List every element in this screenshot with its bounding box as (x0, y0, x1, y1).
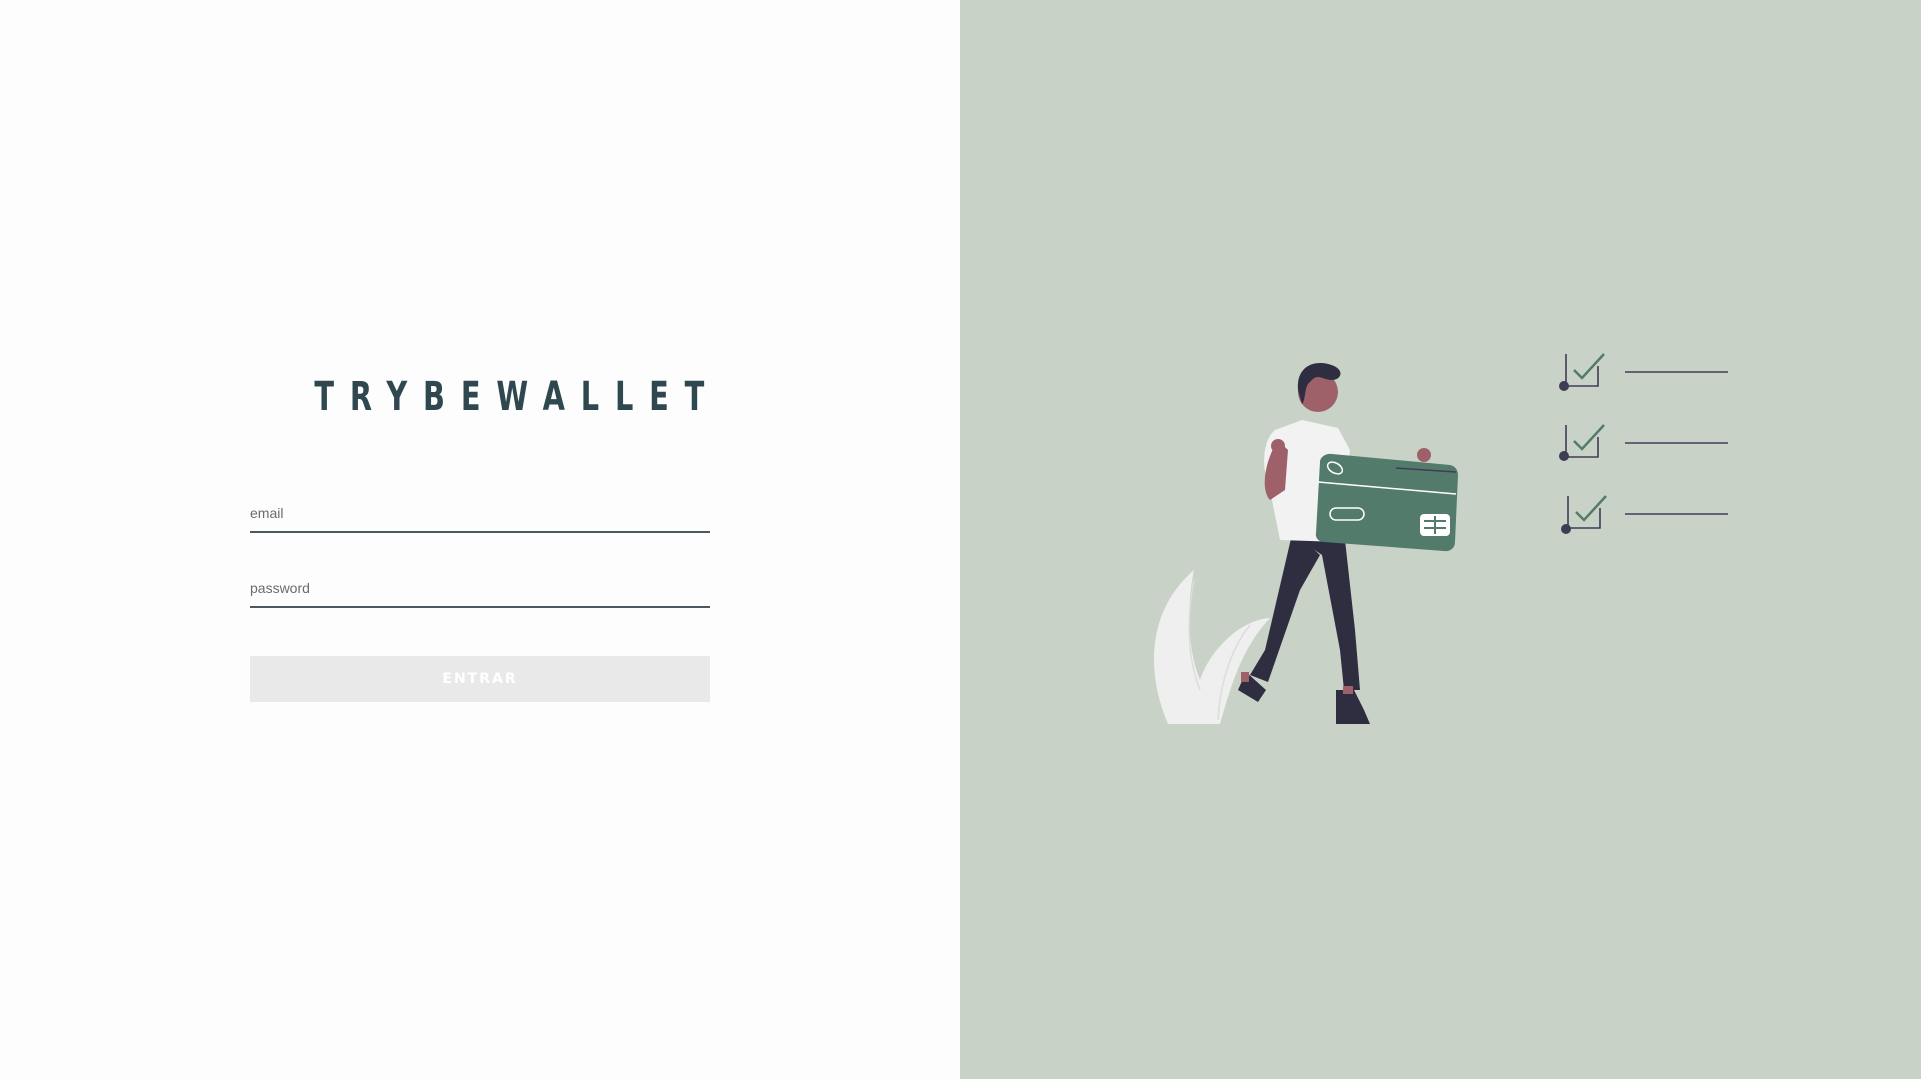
app-logo-title: TRYBEWALLET (314, 374, 721, 420)
checklist-illustration (1559, 353, 1728, 534)
plant-illustration (1153, 570, 1270, 724)
password-input[interactable] (250, 574, 710, 608)
checklist-item-1 (1559, 353, 1728, 391)
email-input[interactable] (250, 499, 710, 533)
checklist-item-3 (1561, 495, 1728, 534)
login-panel: TRYBEWALLET ENTRAR (0, 0, 960, 1079)
checklist-item-2 (1559, 424, 1728, 461)
login-submit-button[interactable]: ENTRAR (250, 656, 710, 702)
login-page: TRYBEWALLET ENTRAR (0, 0, 1921, 1079)
wallet-illustration (1153, 353, 1728, 724)
